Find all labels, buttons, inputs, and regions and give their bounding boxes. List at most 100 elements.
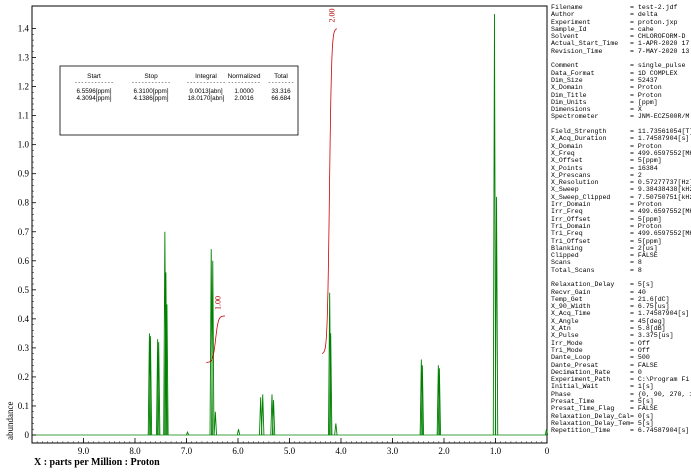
x-tick-label: 7.0 bbox=[181, 446, 193, 456]
y-tick-label: 0.4 bbox=[18, 314, 30, 324]
parameter-row: Decimation_Rate = 0 bbox=[551, 369, 691, 376]
parameter-value: = Off bbox=[630, 339, 650, 347]
integral-table-cell: 4.1386[ppm] bbox=[133, 95, 168, 102]
parameter-key: Dante_Loop bbox=[551, 354, 591, 362]
parameter-value: = 3.375[us] bbox=[630, 332, 674, 340]
parameter-key: Presat_Time_Flag bbox=[551, 405, 615, 413]
integral-table-cell: 4.3094[ppm] bbox=[76, 95, 111, 102]
parameter-key: Irr_Mode bbox=[551, 339, 583, 347]
parameter-spacer bbox=[551, 55, 691, 62]
parameter-value: = 499.6597552[MH bbox=[630, 208, 691, 216]
parameter-value: = Proton bbox=[630, 84, 662, 92]
parameter-key: X_Resolution bbox=[551, 179, 599, 187]
parameter-key: Dimensions bbox=[551, 106, 591, 114]
integral-value-label: 2.00 bbox=[327, 9, 336, 23]
parameter-value: = 40 bbox=[630, 288, 646, 296]
integral-curves: 1.00 2.00 bbox=[206, 9, 337, 363]
y-tick-label: 0.6 bbox=[18, 256, 30, 266]
parameter-key: Relaxation_Delay_Calc bbox=[551, 412, 630, 420]
x-tick-label: 8.0 bbox=[129, 446, 141, 456]
parameter-key: X_Acq_Duration bbox=[551, 135, 607, 143]
parameter-row: Tri_Freq = 499.6597552[MH bbox=[551, 230, 691, 237]
spectrum-peak bbox=[261, 394, 265, 436]
y-tick-label: 0.9 bbox=[18, 169, 30, 179]
parameter-value: = 8 bbox=[630, 266, 642, 274]
parameter-key: Tri_Mode bbox=[551, 346, 583, 354]
parameter-value: = 0.57277737[Hz] bbox=[630, 179, 691, 187]
parameter-key: X_Prescans bbox=[551, 171, 591, 179]
parameter-row: X_Sweep_Clipped = 7.50750751[kHz bbox=[551, 194, 691, 201]
integral-table-cell: 18.0170[abn] bbox=[188, 95, 225, 102]
y-tick-label: 0.1 bbox=[18, 401, 29, 411]
parameter-key: Experiment bbox=[551, 18, 591, 26]
y-tick-label: 1.2 bbox=[18, 82, 29, 92]
parameter-key: X_Angle bbox=[551, 317, 579, 325]
parameter-key: Actual_Start_Time bbox=[551, 40, 619, 48]
integral-curve bbox=[206, 315, 226, 363]
parameter-row: Irr_Domain = Proton bbox=[551, 201, 691, 208]
y-tick-label: 0.3 bbox=[18, 343, 30, 353]
parameter-value: = 5[ppm] bbox=[630, 157, 662, 165]
parameter-key: X_Acq_Time bbox=[551, 310, 591, 318]
parameter-value: = 52437 bbox=[630, 76, 658, 84]
parameter-value: = 499.6597552[MH bbox=[630, 149, 691, 157]
parameter-spacer bbox=[551, 274, 691, 281]
integral-table-separator: -------- bbox=[268, 79, 294, 86]
x-tick-label: 3.0 bbox=[387, 446, 399, 456]
parameter-value: = 5[s] bbox=[630, 419, 654, 427]
parameter-key: Filename bbox=[551, 4, 583, 11]
parameter-row: X_Prescans = 2 bbox=[551, 172, 691, 179]
parameter-value: = proton.jxp bbox=[630, 18, 678, 26]
parameter-value: = C:\Program Fi bbox=[630, 376, 690, 384]
x-axis: 9.0 8.0 7.0 6.0 5.0 4.0 3.0 2.0 1.0 0 bbox=[31, 438, 550, 456]
y-tick-label: 1.1 bbox=[18, 111, 29, 121]
acquisition-parameters-panel: Filename = test-2.jdf Author = delta Experim… bbox=[551, 4, 691, 468]
x-tick-label: 1.0 bbox=[490, 446, 502, 456]
parameter-value: = CHLOROFORM-D bbox=[630, 33, 686, 41]
integral-table-separator: ------------ bbox=[74, 79, 114, 86]
spectrum-peak bbox=[185, 430, 190, 436]
parameter-value: = FALSE bbox=[630, 361, 658, 369]
parameter-value: = 5[ppm] bbox=[630, 237, 662, 245]
integral-table-cell: 6.3100[ppm] bbox=[133, 88, 168, 95]
x-tick-label: 4.0 bbox=[335, 446, 347, 456]
parameter-key: Clipped bbox=[551, 252, 579, 260]
spectrum-peak bbox=[213, 411, 217, 436]
parameter-key: Spectrometer bbox=[551, 113, 599, 121]
integral-table-cell: 9.0013[abn] bbox=[189, 88, 223, 95]
parameter-value: = X bbox=[630, 106, 642, 114]
parameter-key: Tri_Freq bbox=[551, 230, 583, 238]
parameter-row: Dimensions = X bbox=[551, 106, 691, 113]
parameter-row: Comment = single_pulse bbox=[551, 62, 691, 69]
parameter-row: X_Angle = 45[deg] bbox=[551, 318, 691, 325]
y-tick-label: 1.4 bbox=[18, 24, 30, 34]
parameter-value: = 5[s] bbox=[630, 398, 654, 406]
parameter-row: Tri_Domain = Proton bbox=[551, 223, 691, 230]
parameter-value: = Off bbox=[630, 346, 650, 354]
parameter-row: Revision_Time = 7-MAY-2020 13 bbox=[551, 48, 691, 55]
integral-table-cell: 33.316 bbox=[271, 88, 291, 95]
parameter-row: Presat_Time_Flag = FALSE bbox=[551, 405, 691, 412]
parameter-key: Tri_Offset bbox=[551, 237, 591, 245]
parameter-value: = 5[ppm] bbox=[630, 215, 662, 223]
parameter-row: Scans = 8 bbox=[551, 259, 691, 266]
parameter-value: = 1-APR-2020 17 bbox=[630, 40, 690, 48]
parameter-value: = 1[s] bbox=[630, 383, 654, 391]
spectrum-peak bbox=[334, 423, 338, 436]
parameter-row: X_Freq = 499.6597552[MH bbox=[551, 150, 691, 157]
parameter-value: = 500 bbox=[630, 354, 650, 362]
parameter-key: Relaxation_Delay bbox=[551, 281, 615, 289]
x-axis-label: X : parts per Million : Proton bbox=[34, 457, 160, 468]
parameter-value: = 6.74587904[s] bbox=[630, 427, 690, 435]
parameter-row: X_Domain = Proton bbox=[551, 84, 691, 91]
integral-table-separator: ------------ bbox=[131, 79, 171, 86]
parameter-row: X_Sweep = 9.38438438[kHz bbox=[551, 186, 691, 193]
x-tick-label: 2.0 bbox=[438, 446, 450, 456]
parameter-key: Scans bbox=[551, 259, 571, 267]
x-tick-label: 6.0 bbox=[232, 446, 244, 456]
parameter-key: X_Pulse bbox=[551, 332, 579, 340]
parameter-row: X_Points = 16384 bbox=[551, 165, 691, 172]
parameter-row: Relaxation_Delay_Temp = 5[s] bbox=[551, 420, 691, 427]
parameter-key: Field_Strength bbox=[551, 128, 607, 136]
parameter-row: X_Acq_Time = 1.74587904[s] bbox=[551, 310, 691, 317]
